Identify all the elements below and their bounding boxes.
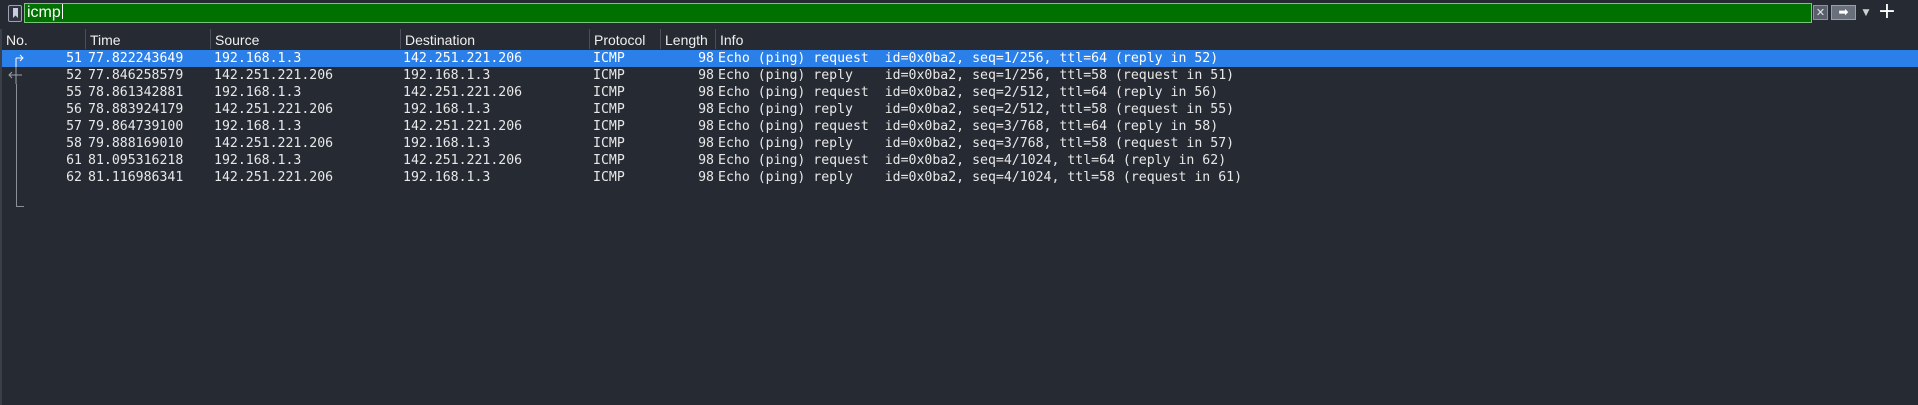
filter-history-dropdown[interactable]: ▼ [1860,6,1872,20]
packet-info: Echo (ping) reply id=0x0ba2, seq=3/768, … [718,136,1235,151]
packet-protocol: ICMP [593,102,625,117]
packet-info: Echo (ping) request id=0x0ba2, seq=3/768… [718,119,1219,134]
packet-no: 55 [66,85,82,100]
plus-icon: + [1877,0,1897,24]
packet-source: 142.251.221.206 [214,136,334,151]
packet-protocol: ICMP [593,85,625,100]
packet-no: 58 [66,136,82,151]
packet-time: 79.888169010 [88,136,184,151]
packet-length: 98 [698,170,714,185]
packet-protocol: ICMP [593,153,625,168]
packet-time: 77.846258579 [88,68,184,83]
bookmark-icon[interactable] [8,5,22,22]
packet-time: 79.864739100 [88,119,184,134]
packet-destination: 192.168.1.3 [403,136,491,151]
column-header-info[interactable]: Info [716,29,1918,49]
packet-source: 192.168.1.3 [214,51,302,66]
packet-length: 98 [698,119,714,134]
column-header-length[interactable]: Length [661,29,716,49]
packet-protocol: ICMP [593,170,625,185]
packet-no: 57 [66,119,82,134]
packet-time: 81.095316218 [88,153,184,168]
packet-source: 142.251.221.206 [214,170,334,185]
packet-length: 98 [698,102,714,117]
column-header-source[interactable]: Source [211,29,401,49]
packet-destination: 192.168.1.3 [403,68,491,83]
packet-list: No. Time Source Destination Protocol Len… [0,29,1918,405]
packet-time: 81.116986341 [88,170,184,185]
packet-length: 98 [698,136,714,151]
packet-info: Echo (ping) request id=0x0ba2, seq=2/512… [718,85,1219,100]
chevron-down-icon: ▼ [1862,8,1870,18]
apply-filter-button[interactable]: ➡ [1831,5,1856,20]
add-filter-button-button[interactable]: + [1877,1,1897,23]
packet-destination: 192.168.1.3 [403,170,491,185]
packet-row[interactable]: 56 78.883924179 142.251.221.206 192.168.… [2,101,1918,118]
packet-row[interactable]: 62 81.116986341 142.251.221.206 192.168.… [2,169,1918,186]
packet-length: 98 [698,51,714,66]
packet-source: 192.168.1.3 [214,153,302,168]
packet-row[interactable]: 58 79.888169010 142.251.221.206 192.168.… [2,135,1918,152]
packet-info: Echo (ping) reply id=0x0ba2, seq=1/256, … [718,68,1235,83]
packet-destination: 142.251.221.206 [403,51,523,66]
packet-no: 62 [66,170,82,185]
packet-length: 98 [698,85,714,100]
packet-row[interactable]: 51 77.822243649 192.168.1.3 142.251.221.… [2,50,1918,67]
clear-filter-button[interactable]: ✕ [1813,5,1828,20]
packet-destination: 192.168.1.3 [403,102,491,117]
packet-length: 98 [698,68,714,83]
packet-no: 51 [66,51,82,66]
column-header-destination[interactable]: Destination [401,29,590,49]
packet-length: 98 [698,153,714,168]
packet-info: Echo (ping) reply id=0x0ba2, seq=2/512, … [718,102,1235,117]
display-filter-toolbar: icmp ✕ ➡ ▼ + [0,0,1918,26]
packet-source: 192.168.1.3 [214,119,302,134]
packet-destination: 142.251.221.206 [403,85,523,100]
packet-list-header: No. Time Source Destination Protocol Len… [2,29,1918,49]
packet-time: 78.861342881 [88,85,184,100]
packet-row[interactable]: 61 81.095316218 192.168.1.3 142.251.221.… [2,152,1918,169]
packet-source: 192.168.1.3 [214,85,302,100]
conversation-bracket-line [16,84,17,207]
packet-destination: 142.251.221.206 [403,153,523,168]
packet-protocol: ICMP [593,119,625,134]
packet-rows: 51 77.822243649 192.168.1.3 142.251.221.… [2,50,1918,186]
packet-time: 77.822243649 [88,51,184,66]
packet-destination: 142.251.221.206 [403,119,523,134]
packet-protocol: ICMP [593,51,625,66]
packet-source: 142.251.221.206 [214,102,334,117]
packet-row[interactable]: 55 78.861342881 192.168.1.3 142.251.221.… [2,84,1918,101]
packet-no: 61 [66,153,82,168]
column-header-no[interactable]: No. [2,29,86,49]
arrow-right-icon: ➡ [1838,5,1849,19]
packet-protocol: ICMP [593,68,625,83]
column-header-time[interactable]: Time [86,29,211,49]
display-filter-input[interactable]: icmp [24,3,1812,23]
packet-time: 78.883924179 [88,102,184,117]
packet-row[interactable]: 57 79.864739100 192.168.1.3 142.251.221.… [2,118,1918,135]
packet-protocol: ICMP [593,136,625,151]
column-header-protocol[interactable]: Protocol [590,29,661,49]
packet-source: 142.251.221.206 [214,68,334,83]
packet-info: Echo (ping) request id=0x0ba2, seq=4/102… [718,153,1227,168]
packet-info: Echo (ping) request id=0x0ba2, seq=1/256… [718,51,1219,66]
packet-info: Echo (ping) reply id=0x0ba2, seq=4/1024,… [718,170,1243,185]
display-filter-value: icmp [27,4,61,21]
text-caret [61,4,63,19]
packet-row[interactable]: 52 77.846258579 142.251.221.206 192.168.… [2,67,1918,84]
clear-icon: ✕ [1815,6,1826,19]
packet-no: 56 [66,102,82,117]
packet-no: 52 [66,68,82,83]
conversation-bracket-end [16,206,24,207]
